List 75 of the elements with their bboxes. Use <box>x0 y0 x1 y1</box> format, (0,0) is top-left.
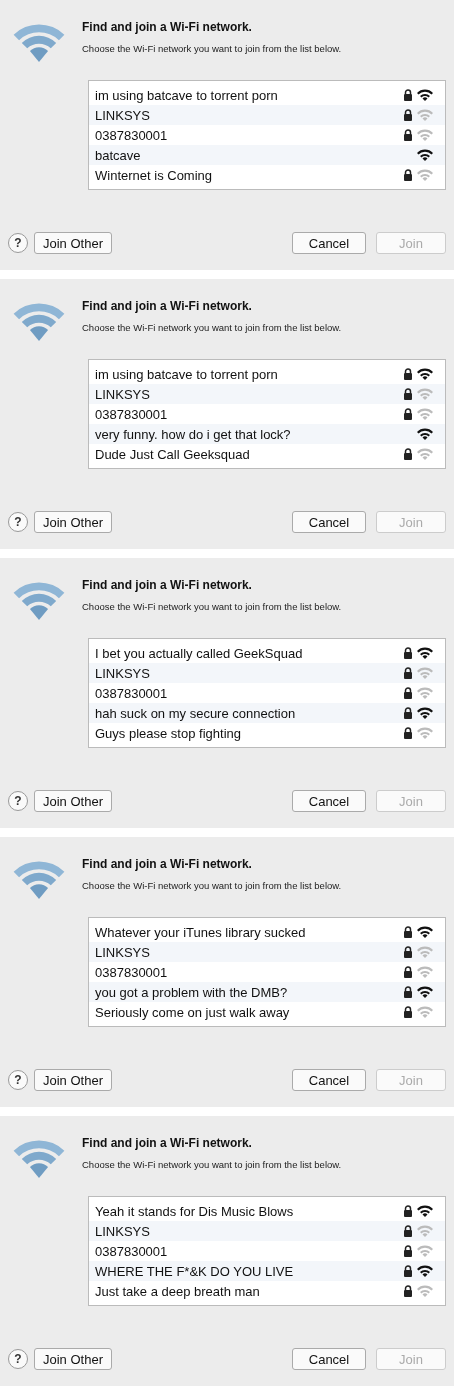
network-row[interactable]: you got a problem with the DMB? <box>89 982 445 1002</box>
network-name: 0387830001 <box>95 685 169 701</box>
network-row[interactable]: Yeah it stands for Dis Music Blows <box>89 1201 445 1221</box>
cancel-button[interactable]: Cancel <box>292 1069 366 1091</box>
network-name: LINKSYS <box>95 944 151 960</box>
join-other-button[interactable]: Join Other <box>34 511 112 533</box>
network-name: Dude Just Call Geeksquad <box>95 446 251 462</box>
network-row[interactable]: LINKSYS <box>89 942 445 962</box>
network-name: LINKSYS <box>95 1223 151 1239</box>
network-row[interactable]: im using batcave to torrent porn <box>89 85 445 105</box>
help-button[interactable]: ? <box>8 791 28 811</box>
network-name: Whatever your iTunes library sucked <box>95 924 307 940</box>
join-other-button[interactable]: Join Other <box>34 232 112 254</box>
network-row[interactable]: Guys please stop fighting <box>89 723 445 743</box>
dialog-subtitle: Choose the Wi-Fi network you want to join from the list below. <box>82 1159 342 1170</box>
network-row[interactable]: very funny. how do i get that lock? <box>89 424 445 444</box>
network-row[interactable]: LINKSYS <box>89 384 445 404</box>
network-row[interactable]: 0387830001 <box>89 962 445 982</box>
network-row[interactable]: I bet you actually called GeekSquad <box>89 643 445 663</box>
cancel-button[interactable]: Cancel <box>292 790 366 812</box>
network-row[interactable]: LINKSYS <box>89 1221 445 1241</box>
network-name: 0387830001 <box>95 127 169 143</box>
dialog-title: Find and join a Wi-Fi network. <box>82 20 253 34</box>
network-name: 0387830001 <box>95 406 169 422</box>
network-row[interactable]: batcave <box>89 145 445 165</box>
network-name: im using batcave to torrent porn <box>95 87 279 103</box>
network-name: 0387830001 <box>95 964 169 980</box>
dialog-subtitle: Choose the Wi-Fi network you want to join from the list below. <box>82 43 342 54</box>
network-row[interactable]: Seriously come on just walk away <box>89 1002 445 1022</box>
network-row[interactable]: 0387830001 <box>89 683 445 703</box>
dialog-subtitle: Choose the Wi-Fi network you want to join from the list below. <box>82 880 342 891</box>
dialog-subtitle: Choose the Wi-Fi network you want to join from the list below. <box>82 601 342 612</box>
help-button[interactable]: ? <box>8 512 28 532</box>
network-name: Just take a deep breath man <box>95 1283 261 1299</box>
network-row[interactable]: LINKSYS <box>89 105 445 125</box>
dialog-title: Find and join a Wi-Fi network. <box>82 1136 253 1150</box>
network-name: LINKSYS <box>95 665 151 681</box>
network-row[interactable]: 0387830001 <box>89 1241 445 1261</box>
network-row[interactable]: Just take a deep breath man <box>89 1281 445 1301</box>
join-other-button[interactable]: Join Other <box>34 1348 112 1370</box>
network-row[interactable]: 0387830001 <box>89 404 445 424</box>
network-name: Winternet is Coming <box>95 167 214 183</box>
network-name: very funny. how do i get that lock? <box>95 426 292 442</box>
network-row[interactable]: WHERE THE F*&K DO YOU LIVE <box>89 1261 445 1281</box>
network-name: 0387830001 <box>95 1243 169 1259</box>
network-name: Seriously come on just walk away <box>95 1004 291 1020</box>
join-other-button[interactable]: Join Other <box>34 790 112 812</box>
dialog-title: Find and join a Wi-Fi network. <box>82 578 253 592</box>
dialog-subtitle: Choose the Wi-Fi network you want to join from the list below. <box>82 322 342 333</box>
network-name: LINKSYS <box>95 386 151 402</box>
network-row[interactable]: im using batcave to torrent porn <box>89 364 445 384</box>
network-name: you got a problem with the DMB? <box>95 984 289 1000</box>
network-name: I bet you actually called GeekSquad <box>95 645 304 661</box>
network-name: batcave <box>95 147 142 163</box>
help-button[interactable]: ? <box>8 1070 28 1090</box>
help-button[interactable]: ? <box>8 1349 28 1369</box>
network-name: hah suck on my secure connection <box>95 705 297 721</box>
network-name: WHERE THE F*&K DO YOU LIVE <box>95 1263 295 1279</box>
join-other-button[interactable]: Join Other <box>34 1069 112 1091</box>
cancel-button[interactable]: Cancel <box>292 1348 366 1370</box>
network-row[interactable]: 0387830001 <box>89 125 445 145</box>
network-row[interactable]: hah suck on my secure connection <box>89 703 445 723</box>
dialog-title: Find and join a Wi-Fi network. <box>82 857 253 871</box>
network-row[interactable]: Dude Just Call Geeksquad <box>89 444 445 464</box>
network-name: Guys please stop fighting <box>95 725 242 741</box>
dialog-title: Find and join a Wi-Fi network. <box>82 299 253 313</box>
network-name: Yeah it stands for Dis Music Blows <box>95 1203 295 1219</box>
network-name: im using batcave to torrent porn <box>95 366 279 382</box>
network-row[interactable]: LINKSYS <box>89 663 445 683</box>
network-row[interactable]: Winternet is Coming <box>89 165 445 185</box>
cancel-button[interactable]: Cancel <box>292 232 366 254</box>
help-button[interactable]: ? <box>8 233 28 253</box>
network-name: LINKSYS <box>95 107 151 123</box>
network-row[interactable]: Whatever your iTunes library sucked <box>89 922 445 942</box>
cancel-button[interactable]: Cancel <box>292 511 366 533</box>
